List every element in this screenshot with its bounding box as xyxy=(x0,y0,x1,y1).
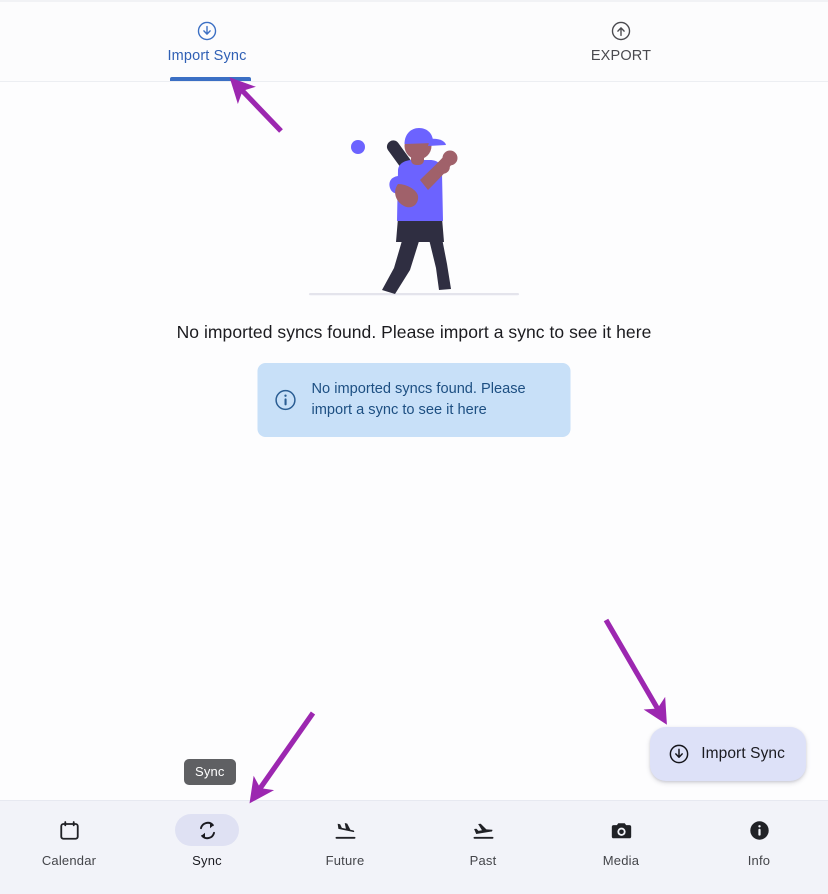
nav-item-future[interactable]: Future xyxy=(276,814,414,867)
app-root: Import Sync EXPORT No imported syncs fou… xyxy=(0,0,828,894)
tab-export[interactable]: EXPORT xyxy=(414,2,828,81)
info-alert: No imported syncs found. Please import a… xyxy=(257,363,571,438)
nav-pill xyxy=(727,814,791,846)
nav-item-info[interactable]: Info xyxy=(690,814,828,867)
tab-export-label: EXPORT xyxy=(590,47,652,64)
empty-state-message: No imported syncs found. Please import a… xyxy=(176,322,652,342)
flight-takeoff-icon xyxy=(472,819,495,842)
flight-land-icon xyxy=(334,819,357,842)
nav-item-future-label: Future xyxy=(325,853,365,868)
nav-item-info-label: Info xyxy=(747,853,771,868)
main-content: No imported syncs found. Please import a… xyxy=(0,82,828,800)
info-circle-filled-icon xyxy=(748,819,771,842)
nav-item-media[interactable]: Media xyxy=(552,814,690,867)
nav-pill-active xyxy=(175,814,239,846)
camera-icon xyxy=(610,819,633,842)
nav-pill xyxy=(451,814,515,846)
nav-item-sync-label: Sync xyxy=(192,853,222,868)
arrow-circle-down-icon xyxy=(668,743,690,765)
nav-item-past-label: Past xyxy=(469,853,497,868)
nav-pill xyxy=(589,814,653,846)
baseball-batter-illustration xyxy=(294,122,534,302)
calendar-icon xyxy=(58,819,81,842)
import-sync-fab-label: Import Sync xyxy=(701,745,785,762)
arrow-circle-up-icon xyxy=(610,20,632,42)
info-circle-outline-icon xyxy=(274,388,298,412)
nav-pill xyxy=(37,814,101,846)
bottom-navigation-bar: Calendar Sync Future Past Media Info xyxy=(0,800,828,894)
nav-item-calendar-label: Calendar xyxy=(41,853,97,868)
nav-item-media-label: Media xyxy=(602,853,640,868)
sync-tooltip: Sync xyxy=(184,759,236,785)
info-alert-text: No imported syncs found. Please import a… xyxy=(311,381,526,419)
nav-item-sync[interactable]: Sync xyxy=(138,814,276,867)
tab-active-indicator xyxy=(170,77,251,81)
nav-item-calendar[interactable]: Calendar xyxy=(0,814,138,867)
arrow-circle-down-icon xyxy=(196,20,218,42)
nav-pill xyxy=(313,814,377,846)
import-sync-fab[interactable]: Import Sync xyxy=(650,727,806,781)
nav-item-past[interactable]: Past xyxy=(414,814,552,867)
tab-import-sync-label: Import Sync xyxy=(167,47,247,64)
top-tab-bar: Import Sync EXPORT xyxy=(0,0,828,82)
sync-icon xyxy=(196,819,219,842)
tab-import-sync[interactable]: Import Sync xyxy=(0,2,414,81)
